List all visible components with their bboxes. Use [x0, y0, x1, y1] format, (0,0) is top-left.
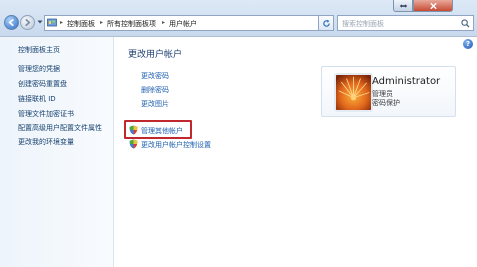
shield-icon — [129, 125, 138, 135]
link-remove-password[interactable]: 删除密码 — [141, 85, 169, 95]
link-change-picture[interactable]: 更改图片 — [141, 99, 169, 109]
flower-picture-icon — [336, 75, 371, 110]
left-task-pane: 控制面板主页 管理您的凭据 创建密码重置盘 链接联机 ID 管理文件加密证书 配… — [0, 37, 114, 267]
close-button[interactable] — [413, 0, 453, 12]
refresh-button[interactable] — [318, 15, 334, 31]
breadcrumb-user-accounts[interactable]: 用户帐户 — [169, 19, 197, 29]
search-input[interactable]: 搜索控制面板 — [342, 19, 384, 29]
forward-button[interactable] — [20, 15, 35, 30]
refresh-icon — [322, 19, 330, 27]
link-manage-credentials[interactable]: 管理您的凭据 — [18, 64, 60, 74]
shield-icon — [129, 139, 138, 149]
breadcrumb-separator[interactable]: ▸ — [162, 19, 165, 26]
search-icon[interactable] — [461, 19, 470, 28]
arrow-left-icon — [8, 18, 14, 27]
account-name: Administrator — [372, 76, 441, 87]
navigation-bar: ▸ 控制面板 ▸ 所有控制面板项 ▸ 用户帐户 搜索控制面板 — [0, 0, 477, 37]
breadcrumb-separator[interactable]: ▸ — [100, 19, 103, 26]
link-change-password[interactable]: 更改密码 — [141, 71, 169, 81]
link-manage-other-accounts[interactable]: 管理其他帐户 — [141, 126, 183, 136]
recent-pages-chevron-icon[interactable] — [37, 19, 43, 25]
search-box[interactable]: 搜索控制面板 — [337, 15, 474, 31]
link-control-panel-home[interactable]: 控制面板主页 — [18, 45, 60, 55]
page-title: 更改用户帐户 — [128, 50, 183, 60]
link-advanced-profile-properties[interactable]: 配置高级用户配置文件属性 — [18, 123, 102, 133]
link-online-id[interactable]: 链接联机 ID — [18, 94, 56, 104]
link-environment-variables[interactable]: 更改我的环境变量 — [18, 137, 74, 147]
avatar[interactable] — [334, 73, 373, 112]
restore-icon — [399, 3, 407, 8]
help-icon[interactable]: ? — [463, 39, 473, 49]
breadcrumb-control-panel[interactable]: 控制面板 — [67, 19, 95, 29]
address-bar[interactable]: ▸ 控制面板 ▸ 所有控制面板项 ▸ 用户帐户 — [44, 15, 333, 31]
control-panel-icon — [47, 18, 57, 27]
account-status: 密码保护 — [372, 99, 400, 107]
restore-button[interactable] — [393, 0, 413, 12]
back-button[interactable] — [4, 15, 19, 30]
account-card: Administrator 管理员 密码保护 — [321, 66, 456, 117]
breadcrumb-separator: ▸ — [60, 19, 64, 26]
link-uac-settings[interactable]: 更改用户帐户控制设置 — [141, 140, 211, 150]
link-file-encryption-certificates[interactable]: 管理文件加密证书 — [18, 109, 74, 119]
arrow-right-icon — [25, 18, 31, 27]
close-icon — [429, 2, 437, 9]
breadcrumb-all-items[interactable]: 所有控制面板项 — [107, 19, 156, 29]
link-create-password-reset-disk[interactable]: 创建密码重置盘 — [18, 79, 67, 89]
